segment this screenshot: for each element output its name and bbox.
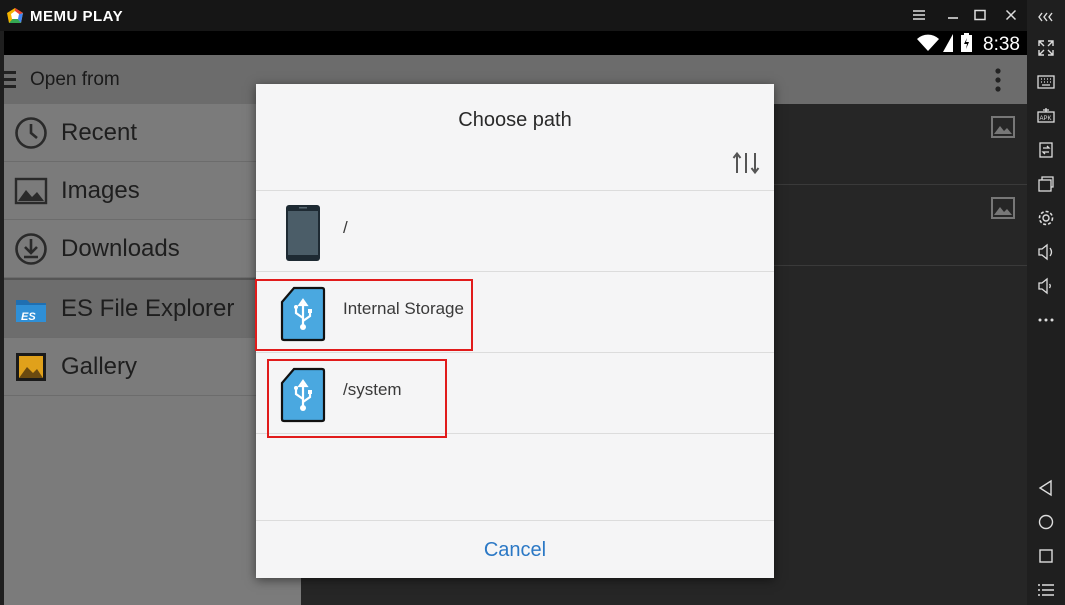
menu-icon: [1038, 584, 1054, 596]
volume-down-icon: [1038, 277, 1051, 295]
brand: MEMU PLAY: [6, 5, 123, 27]
drawer-item-label: Images: [61, 177, 140, 204]
path-item-label: Internal Storage: [343, 299, 464, 318]
recents-icon: [1039, 549, 1053, 563]
settings-button[interactable]: [1034, 206, 1058, 230]
settings-icon: [1038, 210, 1054, 226]
apk-install-button[interactable]: APK: [1034, 104, 1058, 128]
sort-icon[interactable]: [732, 151, 760, 175]
clock-icon: [15, 117, 47, 149]
drawer-item-label: Downloads: [61, 235, 180, 262]
emulator-toolbar: APK: [1027, 0, 1065, 605]
recents-button[interactable]: [1034, 544, 1058, 568]
back-button[interactable]: [1034, 476, 1058, 500]
dialog-title: Choose path: [458, 109, 572, 131]
home-icon: [1038, 514, 1054, 530]
appbar-title: Open from: [30, 69, 120, 90]
volume-up-icon: [1038, 243, 1053, 261]
keyboard-icon: [1037, 75, 1055, 89]
svg-text:ES: ES: [21, 311, 36, 323]
image-icon: [14, 177, 48, 205]
path-item-system[interactable]: /system: [256, 352, 774, 433]
multi-window-icon: [1038, 176, 1054, 192]
dialog-row-divider: [256, 433, 774, 434]
status-bar: 8:38: [4, 31, 1027, 55]
es-file-explorer-icon: ES: [16, 300, 46, 323]
menu-button[interactable]: [908, 4, 930, 26]
volume-down-button[interactable]: [1034, 274, 1058, 298]
close-button[interactable]: [1000, 4, 1022, 26]
more-icon: [1038, 318, 1054, 322]
choose-path-dialog: Choose path / Internal Storage /system C…: [256, 84, 774, 578]
svg-text:APK: APK: [1040, 116, 1052, 122]
multi-window-button[interactable]: [1034, 172, 1058, 196]
maximize-button[interactable]: [969, 4, 991, 26]
path-item-internal-storage[interactable]: Internal Storage: [256, 271, 774, 352]
download-icon: [15, 233, 47, 265]
memu-logo-icon: [7, 8, 23, 23]
path-item-root[interactable]: /: [256, 190, 774, 271]
cancel-button[interactable]: Cancel: [256, 522, 774, 578]
drawer-item-label: ES File Explorer: [61, 295, 235, 322]
volume-up-button[interactable]: [1034, 240, 1058, 264]
fullscreen-icon: [1038, 40, 1054, 56]
status-clock: 8:38: [983, 34, 1020, 55]
hamburger-icon[interactable]: [4, 69, 16, 91]
wifi-icon: [917, 34, 939, 51]
more-button[interactable]: [1034, 308, 1058, 332]
path-item-label: /: [343, 218, 348, 237]
phone-icon: [286, 205, 320, 261]
image-thumbnail-icon: [991, 116, 1015, 138]
battery-icon: [961, 33, 972, 52]
home-button[interactable]: [1034, 510, 1058, 534]
keyboard-button[interactable]: [1034, 70, 1058, 94]
overflow-menu-icon[interactable]: [993, 67, 1003, 93]
image-thumbnail-icon: [991, 197, 1015, 219]
drawer-item-label: Gallery: [61, 353, 138, 380]
emulator-titlebar: MEMU PLAY: [0, 0, 1065, 31]
brand-name: MEMU PLAY: [30, 7, 124, 25]
dialog-divider: [256, 520, 774, 521]
signal-icon: [943, 34, 953, 52]
menu-list-button[interactable]: [1034, 578, 1058, 602]
apk-icon: APK: [1037, 108, 1055, 123]
transfer-icon: [1039, 142, 1053, 158]
minimize-button[interactable]: [942, 4, 964, 26]
back-icon: [1038, 479, 1052, 497]
collapse-toolbar-button[interactable]: [1034, 5, 1058, 29]
collapse-icon: [1038, 12, 1053, 22]
gallery-icon: [16, 353, 46, 381]
path-item-label: /system: [343, 380, 402, 399]
drawer-item-label: Recent: [61, 119, 138, 146]
file-transfer-button[interactable]: [1034, 138, 1058, 162]
fullscreen-button[interactable]: [1034, 36, 1058, 60]
usb-storage-icon: [280, 286, 326, 342]
usb-storage-icon: [280, 367, 326, 423]
